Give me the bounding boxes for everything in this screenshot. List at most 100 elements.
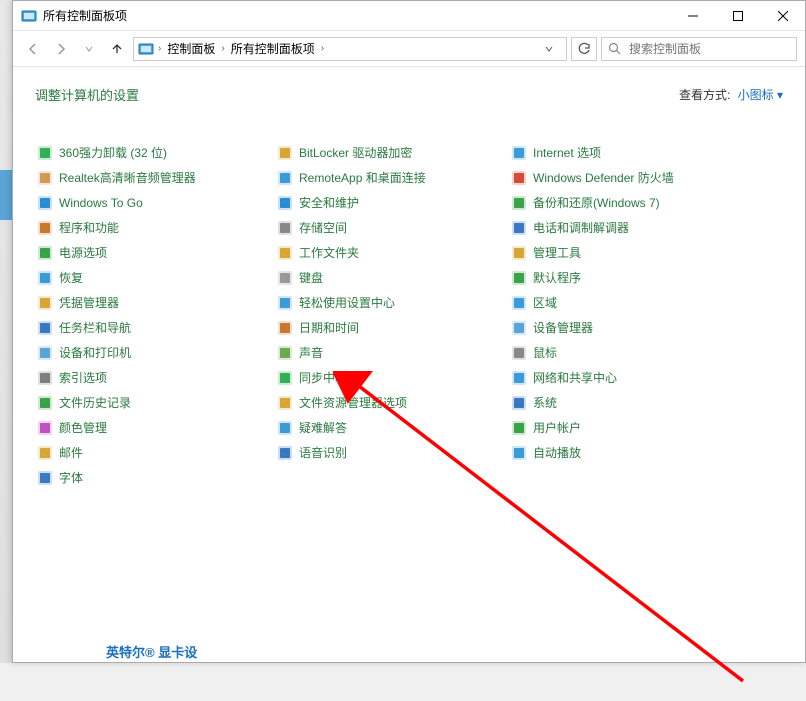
- cp-item-label: 同步中心: [299, 369, 347, 386]
- troubleshoot-icon: [277, 420, 293, 436]
- cp-item-label: 邮件: [59, 444, 83, 461]
- cp-item-mouse[interactable]: 鼠标: [509, 340, 749, 365]
- desktop-fragment-text: 英特尔® 显卡设: [106, 642, 197, 661]
- backup-icon: [511, 195, 527, 211]
- cp-item-taskbar[interactable]: 任务栏和导航: [35, 315, 275, 340]
- cp-item-autoplay[interactable]: 自动播放: [509, 440, 749, 465]
- minimize-button[interactable]: [670, 1, 715, 30]
- cp-item-label: 字体: [59, 469, 83, 486]
- cp-item-defaults[interactable]: 默认程序: [509, 265, 749, 290]
- recent-dropdown[interactable]: [77, 37, 101, 61]
- cp-item-realtek[interactable]: Realtek高清晰音频管理器: [35, 165, 275, 190]
- workfolders-icon: [277, 245, 293, 261]
- speech-icon: [277, 445, 293, 461]
- breadcrumb-seg-1[interactable]: 控制面板: [163, 40, 219, 57]
- chevron-right-icon[interactable]: ›: [321, 43, 324, 54]
- cp-item-fonts[interactable]: 字体: [35, 465, 275, 490]
- cp-item-keyboard[interactable]: 键盘: [275, 265, 509, 290]
- cp-item-region[interactable]: 区域: [509, 290, 749, 315]
- breadcrumb-seg-2[interactable]: 所有控制面板项: [227, 40, 319, 57]
- cp-item-system[interactable]: 系统: [509, 390, 749, 415]
- cp-item-label: Realtek高清晰音频管理器: [59, 169, 196, 186]
- cp-item-label: 存储空间: [299, 219, 347, 236]
- maximize-button[interactable]: [715, 1, 760, 30]
- cp-item-power[interactable]: 电源选项: [35, 240, 275, 265]
- cp-item-internet[interactable]: Internet 选项: [509, 140, 749, 165]
- cp-item-remoteapp[interactable]: RemoteApp 和桌面连接: [275, 165, 509, 190]
- cp-item-credential[interactable]: 凭据管理器: [35, 290, 275, 315]
- admintools-icon: [511, 245, 527, 261]
- sound-icon: [277, 345, 293, 361]
- cp-item-indexing[interactable]: 索引选项: [35, 365, 275, 390]
- cp-item-firewall[interactable]: Windows Defender 防火墙: [509, 165, 749, 190]
- cp-item-network[interactable]: 网络和共享中心: [509, 365, 749, 390]
- uninstall360-icon: [37, 145, 53, 161]
- cp-item-phone[interactable]: 电话和调制解调器: [509, 215, 749, 240]
- forward-button[interactable]: [49, 37, 73, 61]
- cp-item-label: 程序和功能: [59, 219, 119, 236]
- breadcrumb-dropdown[interactable]: [544, 44, 562, 54]
- cp-item-label: 用户帐户: [533, 419, 581, 436]
- cp-item-storage[interactable]: 存储空间: [275, 215, 509, 240]
- breadcrumb-icon: [138, 41, 154, 57]
- cp-item-mail[interactable]: 邮件: [35, 440, 275, 465]
- cp-item-backup[interactable]: 备份和还原(Windows 7): [509, 190, 749, 215]
- cp-item-label: 系统: [533, 394, 557, 411]
- cp-item-workfolders[interactable]: 工作文件夹: [275, 240, 509, 265]
- up-button[interactable]: [105, 37, 129, 61]
- explorer-icon: [277, 395, 293, 411]
- search-input[interactable]: [627, 41, 790, 57]
- cp-item-admintools[interactable]: 管理工具: [509, 240, 749, 265]
- cp-item-label: 日期和时间: [299, 319, 359, 336]
- indexing-icon: [37, 370, 53, 386]
- cp-item-programs[interactable]: 程序和功能: [35, 215, 275, 240]
- cp-item-troubleshoot[interactable]: 疑难解答: [275, 415, 509, 440]
- cp-item-devmgr[interactable]: 设备管理器: [509, 315, 749, 340]
- cp-item-label: 凭据管理器: [59, 294, 119, 311]
- phone-icon: [511, 220, 527, 236]
- cp-item-wintogo[interactable]: Windows To Go: [35, 190, 275, 215]
- cp-item-explorer[interactable]: 文件资源管理器选项: [275, 390, 509, 415]
- ease-icon: [277, 295, 293, 311]
- cp-item-label: 设备管理器: [533, 319, 593, 336]
- cp-item-ease[interactable]: 轻松使用设置中心: [275, 290, 509, 315]
- cp-item-datetime[interactable]: 日期和时间: [275, 315, 509, 340]
- cp-item-uninstall360[interactable]: 360强力卸载 (32 位): [35, 140, 275, 165]
- search-box[interactable]: [601, 37, 797, 61]
- cp-item-recovery[interactable]: 恢复: [35, 265, 275, 290]
- bitlocker-icon: [277, 145, 293, 161]
- close-button[interactable]: [760, 1, 805, 30]
- breadcrumb[interactable]: › 控制面板 › 所有控制面板项 ›: [133, 37, 567, 61]
- cp-item-users[interactable]: 用户帐户: [509, 415, 749, 440]
- wintogo-icon: [37, 195, 53, 211]
- cp-item-label: 语音识别: [299, 444, 347, 461]
- search-icon: [608, 42, 621, 55]
- view-by-dropdown[interactable]: 小图标 ▾: [738, 88, 783, 102]
- cp-item-devices[interactable]: 设备和打印机: [35, 340, 275, 365]
- cp-item-security[interactable]: 安全和维护: [275, 190, 509, 215]
- refresh-button[interactable]: [571, 37, 597, 61]
- chevron-right-icon[interactable]: ›: [158, 43, 161, 54]
- cp-item-sync[interactable]: 同步中心: [275, 365, 509, 390]
- back-button[interactable]: [21, 37, 45, 61]
- control-panel-window: 所有控制面板项 › 控制面板 › 所有控制面板项 ›: [12, 0, 806, 663]
- chevron-right-icon[interactable]: ›: [221, 43, 224, 54]
- cp-item-label: 自动播放: [533, 444, 581, 461]
- cp-item-label: 疑难解答: [299, 419, 347, 436]
- cp-item-label: 恢复: [59, 269, 83, 286]
- cp-item-bitlocker[interactable]: BitLocker 驱动器加密: [275, 140, 509, 165]
- page-title: 调整计算机的设置: [35, 85, 139, 104]
- users-icon: [511, 420, 527, 436]
- view-by-label: 查看方式:: [679, 88, 730, 102]
- cp-item-label: 网络和共享中心: [533, 369, 617, 386]
- cp-item-color[interactable]: 颜色管理: [35, 415, 275, 440]
- cp-item-label: Windows Defender 防火墙: [533, 169, 674, 186]
- cp-item-label: 键盘: [299, 269, 323, 286]
- programs-icon: [37, 220, 53, 236]
- filehistory-icon: [37, 395, 53, 411]
- taskbar-icon: [37, 320, 53, 336]
- cp-item-filehistory[interactable]: 文件历史记录: [35, 390, 275, 415]
- cp-item-speech[interactable]: 语音识别: [275, 440, 509, 465]
- cp-item-sound[interactable]: 声音: [275, 340, 509, 365]
- color-icon: [37, 420, 53, 436]
